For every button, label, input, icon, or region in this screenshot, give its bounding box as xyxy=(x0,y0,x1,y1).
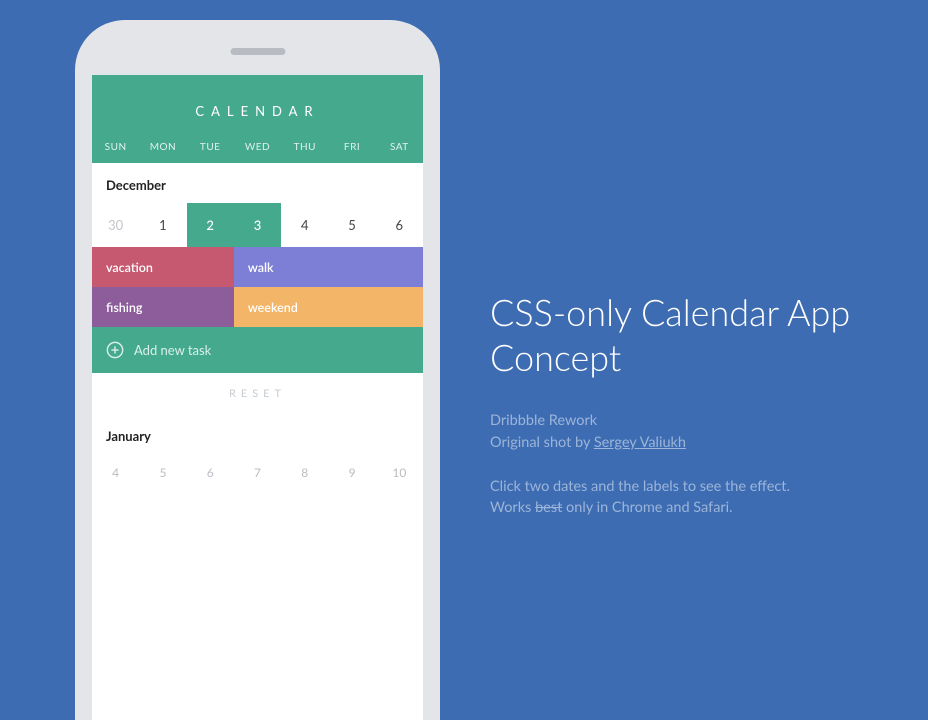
weekday-row: SUN MON TUE WED THU FRI SAT xyxy=(92,141,423,153)
meta-line-2: Original shot by Sergey Valiukh xyxy=(490,432,920,454)
december-week-1: 30 1 2 3 4 5 6 xyxy=(92,203,423,247)
task-row-2: fishing weekend xyxy=(92,287,423,327)
phone-speaker xyxy=(230,48,285,55)
calendar-header: CALENDAR SUN MON TUE WED THU FRI SAT xyxy=(92,75,423,163)
add-task-button[interactable]: Add new task xyxy=(92,327,423,373)
weekday-sat: SAT xyxy=(376,141,423,153)
task-fishing[interactable]: fishing xyxy=(92,287,234,327)
description-panel: CSS-only Calendar App Concept Dribbble R… xyxy=(490,290,920,519)
day-cell[interactable]: 1 xyxy=(139,203,186,247)
add-task-label: Add new task xyxy=(134,342,211,358)
january-week-1: 4 5 6 7 8 9 10 xyxy=(92,454,423,494)
hint-2b: only in Chrome and Safari. xyxy=(562,499,732,516)
day-cell[interactable]: 5 xyxy=(139,454,186,490)
day-cell-selected[interactable]: 3 xyxy=(234,203,281,247)
hint-strike: best xyxy=(535,499,562,516)
day-cell[interactable]: 9 xyxy=(328,454,375,490)
day-cell[interactable]: 6 xyxy=(376,203,423,247)
day-cell-selected[interactable]: 2 xyxy=(187,203,234,247)
phone-frame: CALENDAR SUN MON TUE WED THU FRI SAT Dec… xyxy=(75,20,440,720)
hint-2a: Works xyxy=(490,499,535,516)
month-label-december: December xyxy=(92,163,423,203)
calendar-title: CALENDAR xyxy=(92,103,423,119)
weekday-tue: TUE xyxy=(187,141,234,153)
reset-button[interactable]: RESET xyxy=(92,373,423,414)
hint-line-1: Click two dates and the labels to see th… xyxy=(490,476,920,498)
task-walk[interactable]: walk xyxy=(234,247,423,287)
weekday-mon: MON xyxy=(139,141,186,153)
day-cell[interactable]: 8 xyxy=(281,454,328,490)
day-cell[interactable]: 10 xyxy=(376,454,423,490)
phone-screen: CALENDAR SUN MON TUE WED THU FRI SAT Dec… xyxy=(92,75,423,720)
weekday-wed: WED xyxy=(234,141,281,153)
task-weekend[interactable]: weekend xyxy=(234,287,423,327)
day-cell[interactable]: 4 xyxy=(281,203,328,247)
day-cell[interactable]: 6 xyxy=(187,454,234,490)
hint-block: Click two dates and the labels to see th… xyxy=(490,476,920,520)
day-cell[interactable]: 4 xyxy=(92,454,139,490)
plus-circle-icon xyxy=(106,341,124,359)
page-title: CSS-only Calendar App Concept xyxy=(490,290,920,380)
day-cell[interactable]: 30 xyxy=(92,203,139,247)
task-vacation[interactable]: vacation xyxy=(92,247,234,287)
meta-block: Dribbble Rework Original shot by Sergey … xyxy=(490,410,920,454)
weekday-thu: THU xyxy=(281,141,328,153)
month-label-january: January xyxy=(92,414,423,454)
hint-line-2: Works best only in Chrome and Safari. xyxy=(490,497,920,519)
meta-line-1: Dribbble Rework xyxy=(490,410,920,432)
weekday-fri: FRI xyxy=(328,141,375,153)
task-row-1: vacation walk xyxy=(92,247,423,287)
weekday-sun: SUN xyxy=(92,141,139,153)
author-link[interactable]: Sergey Valiukh xyxy=(594,434,686,451)
day-cell[interactable]: 7 xyxy=(234,454,281,490)
meta-prefix: Original shot by xyxy=(490,434,594,451)
day-cell[interactable]: 5 xyxy=(328,203,375,247)
